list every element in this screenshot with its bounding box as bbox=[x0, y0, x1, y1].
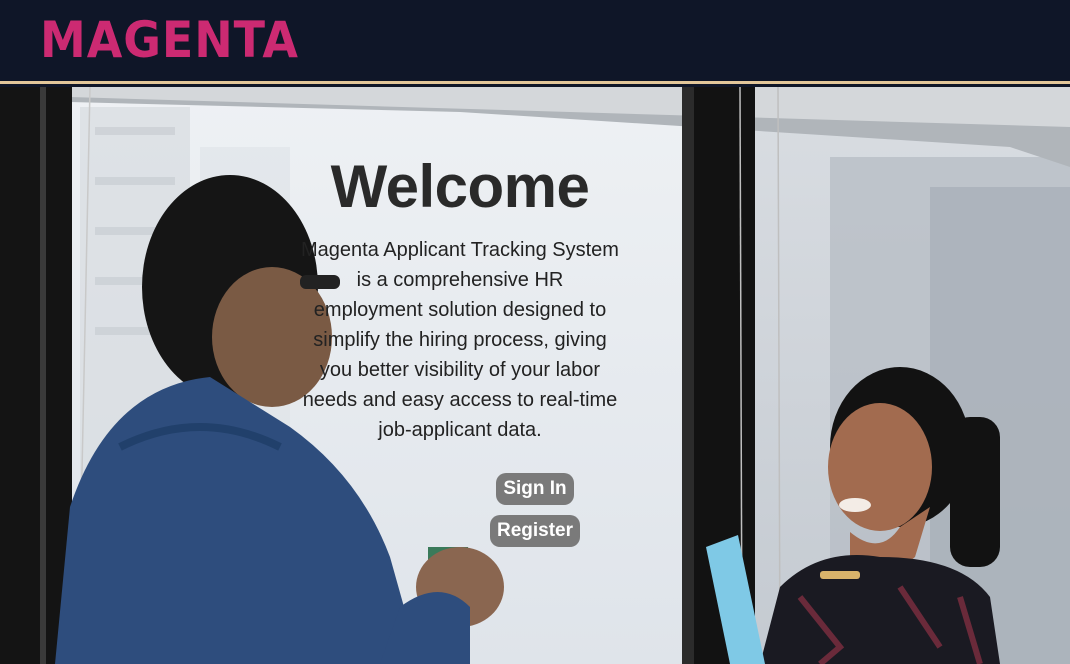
logo[interactable]: MAGENTA bbox=[40, 8, 299, 72]
register-wrap: Register bbox=[0, 515, 1070, 547]
welcome-block: Welcome Magenta Applicant Tracking Syste… bbox=[300, 147, 620, 445]
sign-in-wrap: Sign In bbox=[0, 473, 1070, 505]
top-navbar: MAGENTA bbox=[0, 0, 1070, 84]
sign-in-button[interactable]: Sign In bbox=[496, 473, 574, 505]
hero-description: Magenta Applicant Tracking System is a c… bbox=[301, 239, 619, 441]
register-button[interactable]: Register bbox=[489, 515, 581, 547]
page-title: Welcome bbox=[330, 153, 590, 220]
hero-section: Welcome Magenta Applicant Tracking Syste… bbox=[0, 87, 1070, 664]
